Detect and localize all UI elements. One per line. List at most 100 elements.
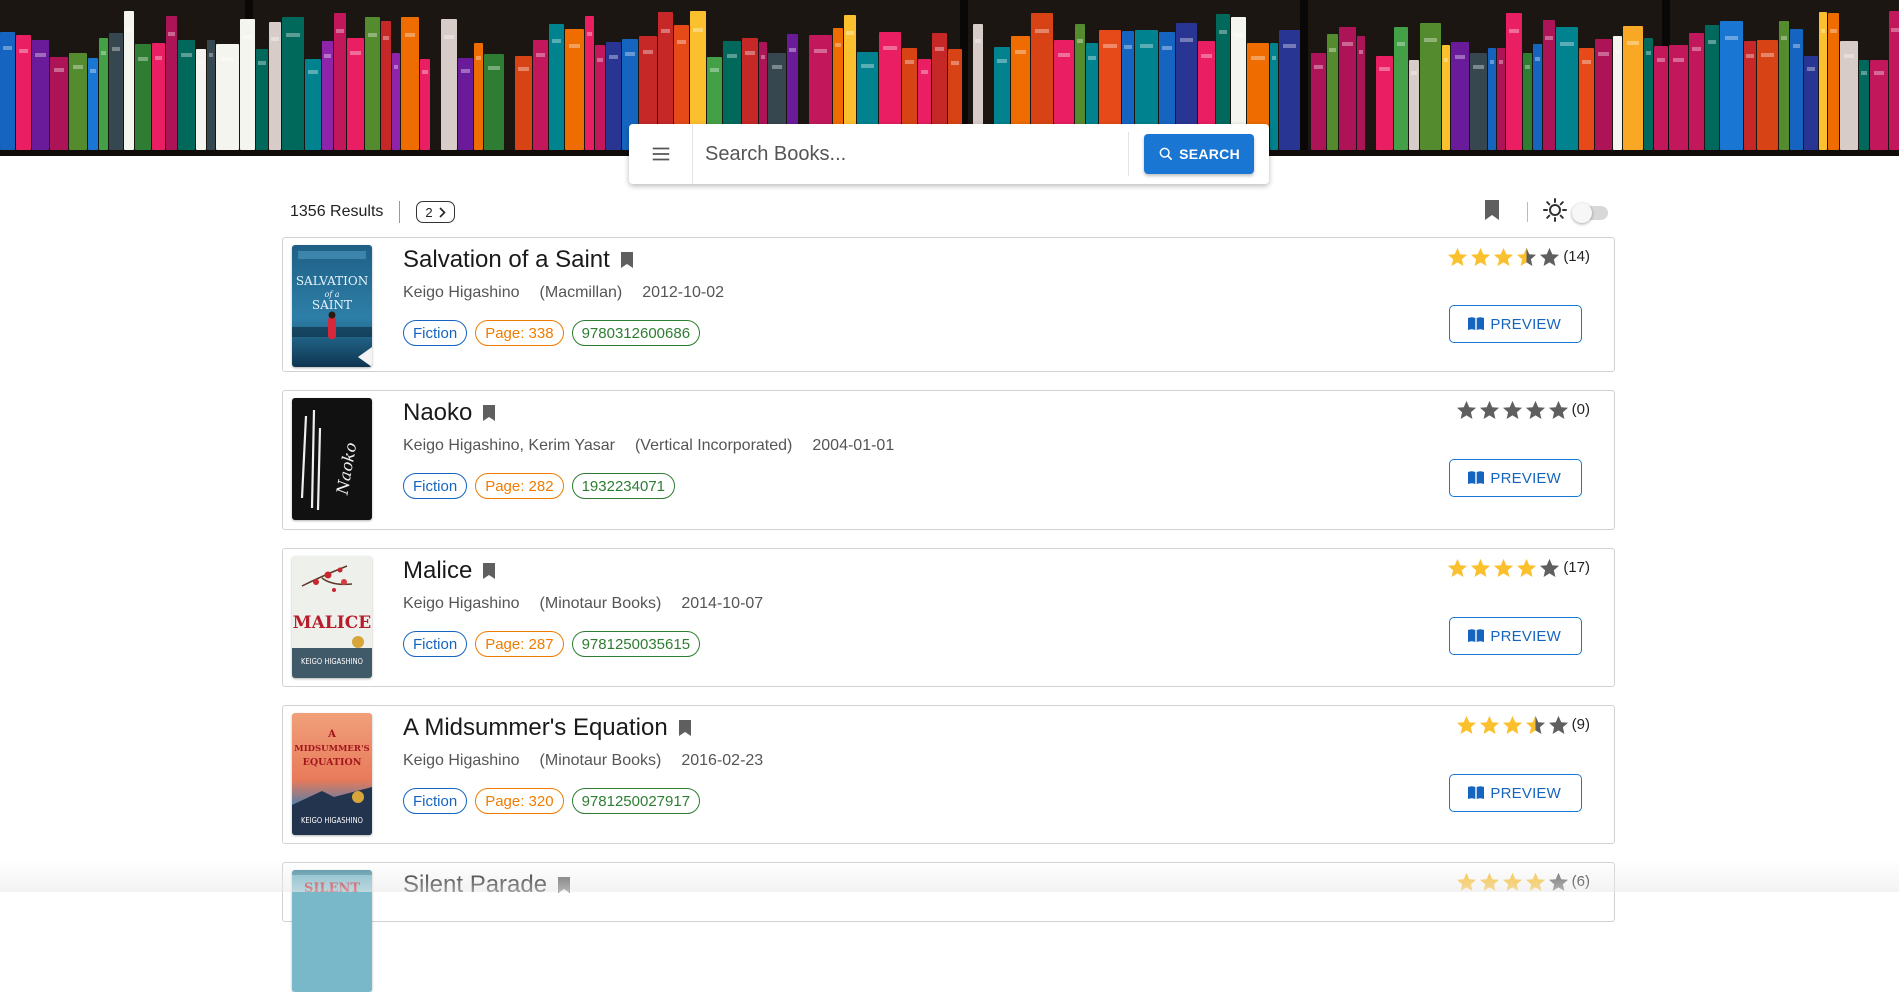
book-card: A MIDSUMMER'S EQUATION KEIGO HIGASHINO A… <box>282 705 1615 844</box>
shelf-book <box>565 29 584 150</box>
shelf-book <box>178 40 195 150</box>
cover-midsummer-image: A MIDSUMMER'S EQUATION KEIGO HIGASHINO <box>292 713 372 835</box>
shelf-book <box>347 38 364 150</box>
book-date: 2016-02-23 <box>681 752 764 769</box>
book-title[interactable]: Naoko <box>403 399 472 427</box>
book-cover[interactable]: Naoko <box>292 398 372 520</box>
pages-badge: Page: 320 <box>475 788 564 814</box>
preview-button[interactable]: PREVIEW <box>1449 617 1582 655</box>
star-icon <box>1494 558 1514 577</box>
shelf-book <box>1420 23 1441 150</box>
genre-badge: Fiction <box>403 631 468 657</box>
shelf-book <box>240 19 255 150</box>
search-icon <box>1159 147 1173 161</box>
star-icon <box>1525 872 1545 891</box>
search-button[interactable]: SEARCH <box>1144 134 1254 174</box>
cover-text: SALVATION <box>296 274 368 288</box>
genre-badge: Fiction <box>403 473 468 499</box>
star-rating: (6) <box>1455 871 1590 892</box>
shelf-post <box>1300 0 1308 156</box>
shelf-book <box>1840 41 1858 150</box>
star-rating: (17) <box>1446 557 1590 578</box>
book-cover[interactable]: A MIDSUMMER'S EQUATION KEIGO HIGASHINO <box>292 713 372 835</box>
search-bar: SEARCH <box>629 124 1269 184</box>
book-title[interactable]: A Midsummer's Equation <box>403 714 668 742</box>
preview-button[interactable]: PREVIEW <box>1449 459 1582 497</box>
shelf-book <box>1744 41 1756 150</box>
chevron-right-icon <box>439 206 446 218</box>
book-list: SALVATION of a SAINT Salvation of a Sain… <box>282 237 1615 992</box>
bookmarks-filter-button[interactable] <box>1483 199 1501 226</box>
shelf-book <box>585 16 594 150</box>
shelf-book <box>1376 56 1393 150</box>
book-cover[interactable]: MALICE KEIGO HIGASHINO <box>292 556 372 678</box>
bookmark-icon <box>483 405 496 421</box>
book-date: 2014-10-07 <box>681 595 764 612</box>
bookmark-toggle[interactable] <box>482 562 496 580</box>
star-icon <box>1456 400 1476 419</box>
star-icon <box>1517 247 1537 266</box>
shelf-book <box>1270 43 1278 150</box>
shelf-book <box>1623 26 1643 150</box>
shelf-book <box>1757 40 1778 150</box>
shelf-book <box>1311 53 1326 150</box>
shelf-book <box>606 42 621 150</box>
shelf-book <box>207 40 215 150</box>
toolbar-divider-right <box>1527 202 1528 222</box>
search-input[interactable] <box>693 124 1129 184</box>
shelf-book <box>1870 60 1888 150</box>
cover-naoko-image: Naoko <box>292 398 372 520</box>
star-icon <box>1494 247 1514 266</box>
shelf-book <box>420 59 430 150</box>
shelf-book <box>533 40 548 150</box>
shelf-book <box>392 53 400 150</box>
menu-button[interactable] <box>629 124 693 184</box>
shelf-book <box>549 24 564 150</box>
book-title[interactable]: Malice <box>403 557 472 585</box>
shelf-book <box>441 19 457 150</box>
bookmark-toggle[interactable] <box>557 876 571 894</box>
star-icon <box>1540 247 1560 266</box>
shelf-book <box>322 41 333 150</box>
dark-mode-toggle[interactable] <box>1572 203 1608 223</box>
bookmark-toggle[interactable] <box>678 719 692 737</box>
shelf-book <box>50 57 68 150</box>
isbn-badge: 9780312600686 <box>571 320 701 346</box>
shelf-book <box>1579 48 1594 150</box>
shelf-book <box>1357 36 1365 150</box>
rating-count: (6) <box>1571 873 1590 890</box>
book-publisher: (Macmillan) <box>539 284 623 301</box>
star-icon <box>1502 872 1522 891</box>
book-cover[interactable]: SALVATION of a SAINT <box>292 245 372 367</box>
bookmark-icon <box>558 877 571 893</box>
sun-icon <box>1543 197 1567 222</box>
book-authors: Keigo Higashino <box>403 284 520 301</box>
preview-button[interactable]: PREVIEW <box>1449 774 1582 812</box>
star-icon <box>1525 400 1545 419</box>
shelf-book <box>1669 45 1688 150</box>
shelf-book <box>269 22 281 150</box>
star-icon <box>1479 872 1499 891</box>
shelf-book <box>16 35 31 150</box>
preview-button[interactable]: PREVIEW <box>1449 305 1582 343</box>
shelf-book <box>1394 27 1408 150</box>
shelf-book <box>1595 39 1612 150</box>
shelf-book <box>1470 53 1487 150</box>
book-card: SILENT Silent Parade (6) <box>282 862 1615 992</box>
book-title[interactable]: Silent Parade <box>403 871 547 899</box>
shelf-book <box>1689 33 1704 150</box>
isbn-badge: 1932234071 <box>571 473 676 499</box>
next-page-button[interactable]: 2 <box>416 201 455 223</box>
shelf-book <box>1543 20 1555 150</box>
bookmark-toggle[interactable] <box>482 404 496 422</box>
bookmark-icon <box>483 563 496 579</box>
star-icon <box>1540 558 1560 577</box>
shelf-book <box>1327 34 1338 150</box>
shelf-book <box>334 13 346 150</box>
book-title[interactable]: Salvation of a Saint <box>403 246 610 274</box>
bookmark-toggle[interactable] <box>620 251 634 269</box>
shelf-book <box>515 56 532 150</box>
book-authors: Keigo Higashino <box>403 752 520 769</box>
shelf-book <box>1828 13 1839 150</box>
book-cover[interactable]: SILENT <box>292 870 372 992</box>
